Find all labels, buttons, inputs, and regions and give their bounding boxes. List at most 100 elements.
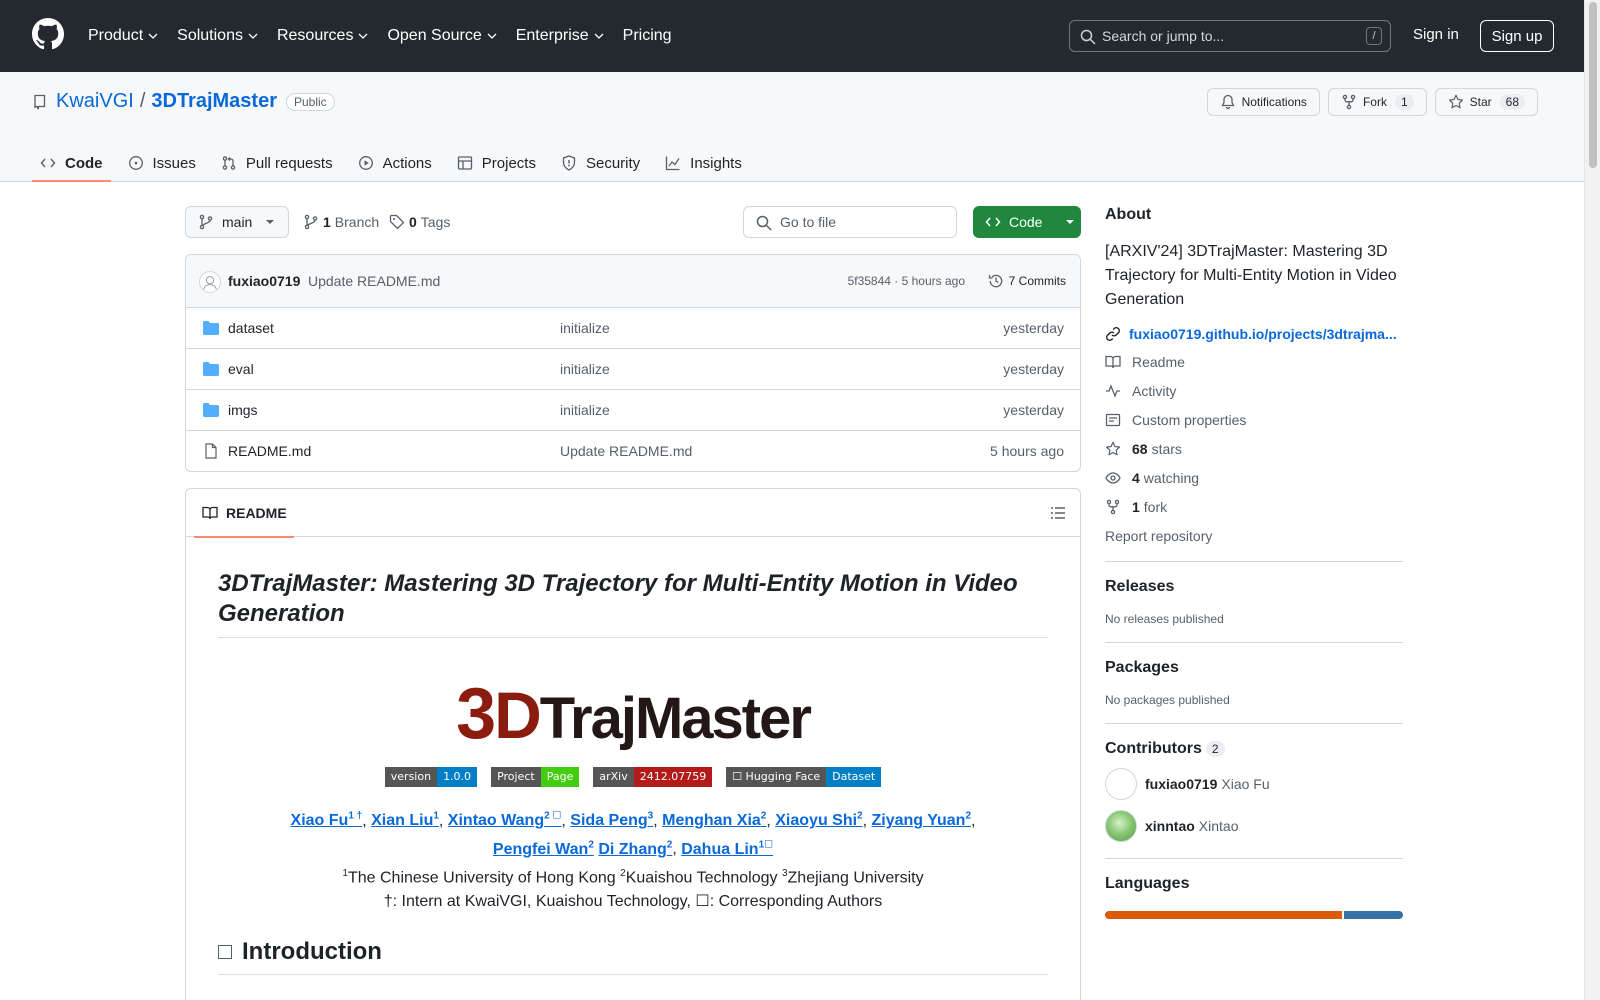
author-sup: 2 [666, 839, 673, 851]
page-scrollbar[interactable] [1584, 0, 1600, 1000]
forks-link[interactable]: 1 fork [1105, 497, 1403, 516]
file-row[interactable]: dataset initialize yesterday [186, 308, 1080, 349]
author-link[interactable]: Xiaoyu Shi2 [775, 811, 862, 829]
nav-resources[interactable]: Resources [277, 27, 369, 45]
repo-owner-link[interactable]: KwaiVGI [56, 90, 134, 113]
file-row[interactable]: imgs initialize yesterday [186, 390, 1080, 431]
watchers-link[interactable]: 4 watching [1105, 468, 1403, 487]
file-commit-message[interactable]: initialize [560, 402, 610, 418]
readme-tab[interactable]: README [194, 489, 294, 538]
version-badge[interactable]: version 1.0.0 [384, 767, 478, 787]
graph-icon [666, 156, 680, 171]
packages-heading[interactable]: Packages [1105, 659, 1403, 677]
sign-up-button[interactable]: Sign up [1480, 20, 1554, 52]
fork-button[interactable]: Fork 1 [1327, 88, 1427, 116]
shield-icon [562, 155, 576, 171]
file-commit-message[interactable]: initialize [560, 320, 610, 336]
project-page-badge[interactable]: Project Page [491, 767, 580, 787]
hugging-face-badge[interactable]: ☐ Hugging Face Dataset [726, 767, 882, 787]
file-name-link[interactable]: eval [228, 361, 254, 377]
avatar[interactable] [199, 271, 221, 293]
commit-message-link[interactable]: Update README.md [308, 273, 440, 289]
tab-insights[interactable]: Insights [657, 144, 750, 182]
branch-select-button[interactable]: main [185, 206, 289, 238]
tab-issues[interactable]: Issues [120, 144, 204, 182]
nav-label: Open Source [387, 27, 482, 44]
file-row[interactable]: README.md Update README.md 5 hours ago [186, 431, 1080, 471]
tab-projects[interactable]: Projects [449, 144, 544, 182]
tags-link[interactable]: 0 Tags [389, 214, 450, 230]
nav-pricing[interactable]: Pricing [623, 27, 672, 45]
tab-code[interactable]: Code [32, 144, 111, 182]
tab-actions[interactable]: Actions [350, 144, 440, 182]
nav-label: Product [88, 27, 144, 44]
author-link[interactable]: Dahua Lin1☐ [681, 839, 773, 857]
contributor-name: Xintao [1198, 818, 1239, 834]
file-name-link[interactable]: dataset [228, 320, 274, 336]
nav-product[interactable]: Product [88, 27, 159, 45]
commits-link[interactable]: 7 Commits [988, 273, 1066, 289]
go-to-file-input[interactable]: Go to file [743, 206, 957, 238]
author-link[interactable]: Xian Liu1 [371, 811, 439, 829]
author-link[interactable]: Sida Peng3 [570, 811, 653, 829]
nav-enterprise[interactable]: Enterprise [516, 27, 605, 45]
scrollbar-thumb[interactable] [1589, 2, 1597, 168]
branches-link[interactable]: 1 Branch [303, 214, 379, 230]
notifications-button[interactable]: Notifications [1206, 88, 1320, 116]
nav-solutions[interactable]: Solutions [177, 27, 259, 45]
file-commit-message[interactable]: initialize [560, 361, 610, 377]
contributors-section: Contributors 2 fuxiao0719 Xiao Fu xinntao… [1105, 724, 1403, 842]
tag-label: Tags [420, 214, 451, 230]
nav-label: Resources [276, 27, 354, 44]
search-placeholder: Search or jump to... [1102, 28, 1225, 44]
contributor-item[interactable]: fuxiao0719 Xiao Fu [1105, 768, 1403, 800]
watchers-count: 4 [1132, 469, 1140, 486]
commit-author-link[interactable]: fuxiao0719 [228, 273, 300, 289]
file-row[interactable]: eval initialize yesterday [186, 349, 1080, 390]
contributors-heading-text: Contributors [1105, 740, 1202, 757]
caret-down-icon [1066, 220, 1075, 224]
repo-icon [34, 94, 46, 109]
star-button[interactable]: Star 68 [1434, 88, 1538, 116]
file-name-link[interactable]: README.md [228, 443, 311, 459]
caret-down-icon [266, 220, 275, 224]
contributors-heading[interactable]: Contributors 2 [1105, 740, 1403, 758]
arxiv-badge[interactable]: arXiv 2412.07759 [593, 767, 713, 787]
author-link[interactable]: Xintao Wang2 ☐ [448, 811, 562, 829]
contributor-name: Xiao Fu [1221, 776, 1270, 792]
tab-label: Actions [382, 154, 432, 172]
nav-open-source[interactable]: Open Source [387, 27, 497, 45]
tab-pull-requests[interactable]: Pull requests [213, 144, 341, 182]
file-name-link[interactable]: imgs [228, 402, 258, 418]
file-commit-message[interactable]: Update README.md [560, 443, 692, 459]
author-link[interactable]: Di Zhang2 [598, 839, 673, 857]
author-link[interactable]: Xiao Fu1 † [291, 811, 363, 829]
custom-properties-link[interactable]: Custom properties [1105, 410, 1403, 429]
author-link[interactable]: Ziyang Yuan2 [872, 811, 972, 829]
sign-in-link[interactable]: Sign in [1413, 26, 1459, 43]
github-logo-icon[interactable] [32, 18, 64, 50]
contributor-login: fuxiao0719 [1145, 776, 1218, 792]
repo-name-link[interactable]: 3DTrajMaster [151, 90, 277, 113]
sidebar-item-label: Readme [1132, 353, 1185, 370]
sidebar-item-label: watching [1143, 469, 1200, 486]
activity-link[interactable]: Activity [1105, 381, 1403, 400]
global-search-input[interactable]: Search or jump to... / [1069, 20, 1391, 52]
contributors-count: 2 [1205, 741, 1225, 757]
code-icon [985, 217, 1001, 227]
code-dropdown-button[interactable]: Code [973, 206, 1081, 238]
author-link[interactable]: Pengfei Wan2 [493, 839, 594, 857]
badge-row: version 1.0.0 Project Page arXiv 2412.07759… [218, 767, 1048, 787]
releases-heading[interactable]: Releases [1105, 578, 1403, 596]
website-link[interactable]: fuxiao0719.github.io/projects/3dtrajma..… [1105, 326, 1403, 342]
list-icon[interactable] [1050, 505, 1066, 521]
stars-link[interactable]: 68 stars [1105, 439, 1403, 458]
tab-security[interactable]: Security [553, 144, 648, 182]
author-link[interactable]: Menghan Xia2 [662, 811, 766, 829]
readme-link[interactable]: Readme [1105, 352, 1403, 371]
tag-icon [389, 214, 405, 230]
commit-hash-time[interactable]: 5f35844 · 5 hours ago [848, 274, 965, 288]
contributor-item[interactable]: xinntao Xintao [1105, 810, 1403, 842]
report-repository-link[interactable]: Report repository [1105, 526, 1403, 545]
readme-header: README [186, 489, 1080, 538]
